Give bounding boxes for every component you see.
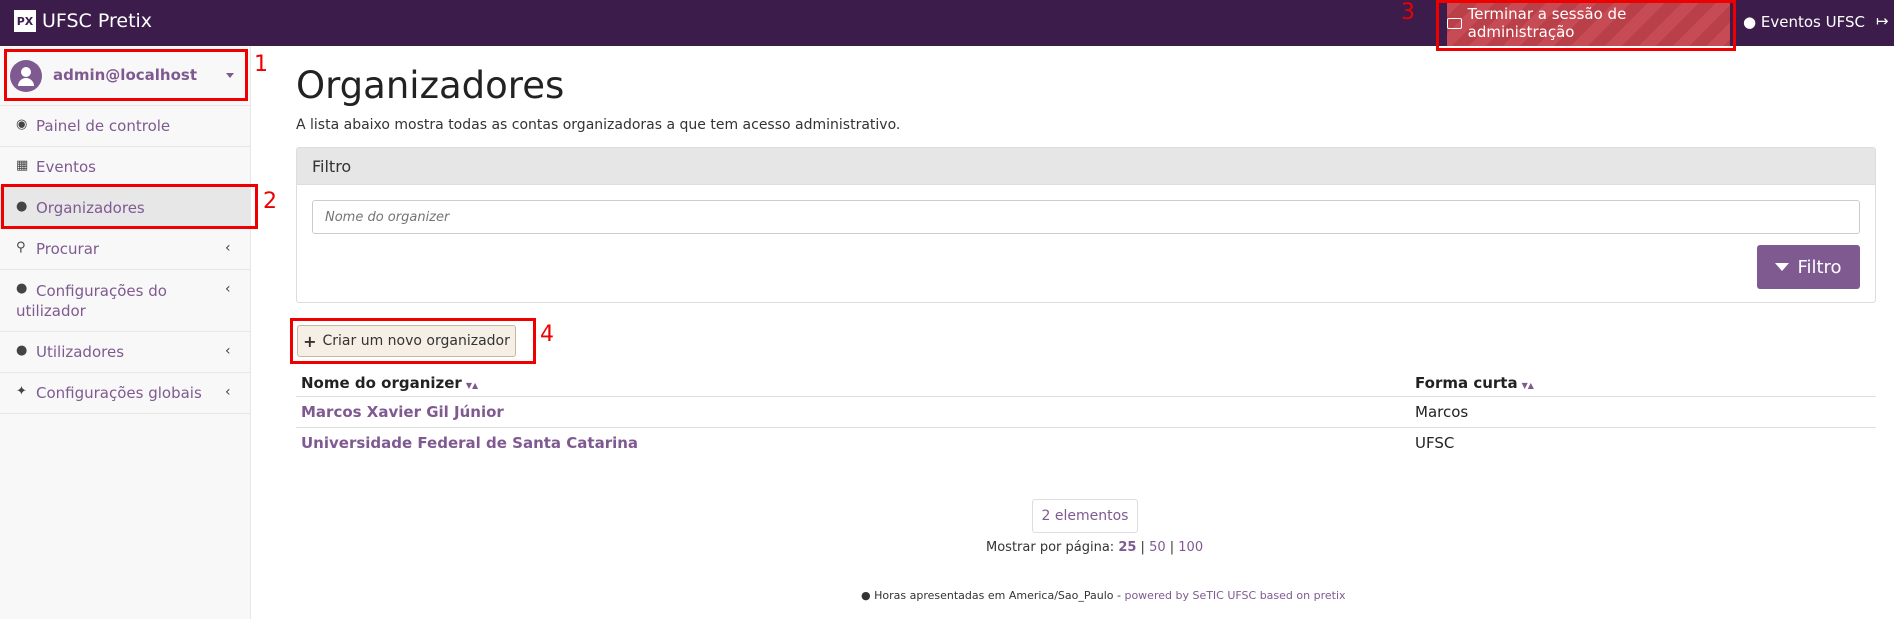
sidebar-item-label: Painel de controle	[36, 117, 171, 135]
sidebar-item-user-settings[interactable]: ● Configurações do utilizador ‹	[0, 270, 251, 332]
chevron-left-icon: ‹	[225, 384, 231, 400]
sidebar-item-label: Eventos	[36, 158, 96, 176]
organizer-short-name: Marcos	[1415, 403, 1469, 421]
sidebar-item-label: Configurações globais	[36, 384, 202, 402]
logout-icon[interactable]: ↦	[1876, 12, 1889, 30]
sidebar-item-label: Procurar	[36, 240, 100, 258]
sort-icon[interactable]: ▼▲	[1522, 381, 1534, 390]
brand-link[interactable]: PX UFSC Pretix	[14, 10, 152, 32]
filter-panel-heading: Filtro	[297, 148, 1875, 185]
per-page-100[interactable]: 100	[1178, 540, 1203, 555]
filter-icon	[1775, 263, 1790, 271]
sidebar-item-search[interactable]: ⚲ Procurar ‹	[0, 229, 251, 270]
annotation-box	[4, 49, 248, 101]
column-header-label: Nome do organizer	[301, 374, 462, 392]
column-header-name[interactable]: Nome do organizer ▼▲	[301, 374, 478, 392]
footer-separator: -	[1113, 589, 1125, 602]
sidebar: admin@localhost ◉ Painel de controle ▦ E…	[0, 46, 251, 619]
page-description: A lista abaixo mostra todas as contas or…	[296, 117, 901, 133]
table-header-divider	[296, 396, 1876, 397]
organizer-name-filter-input[interactable]	[312, 200, 1860, 234]
filter-panel: Filtro Filtro	[296, 147, 1876, 303]
table-row-divider	[296, 427, 1876, 428]
per-page-label: Mostrar por página:	[986, 540, 1115, 555]
sort-icon[interactable]: ▼▲	[466, 381, 478, 390]
per-page-selector: Mostrar por página: 25 | 50 | 100	[986, 540, 1204, 555]
pretix-logo-icon: PX	[14, 10, 36, 32]
organizer-link[interactable]: Universidade Federal de Santa Catarina	[301, 434, 638, 452]
globe-icon: ●	[861, 589, 871, 602]
sidebar-item-events[interactable]: ▦ Eventos	[0, 147, 251, 188]
annotation-box	[1, 184, 258, 229]
sidebar-item-users[interactable]: ● Utilizadores ‹	[0, 332, 251, 373]
chevron-left-icon: ‹	[225, 281, 231, 297]
organizer-short-name: UFSC	[1415, 434, 1455, 452]
calendar-icon: ▦	[16, 158, 29, 173]
search-icon: ⚲	[16, 240, 26, 255]
per-page-50[interactable]: 50	[1149, 540, 1166, 555]
brand-name: UFSC Pretix	[42, 10, 153, 32]
powered-by-link[interactable]: powered by SeTIC UFSC based on pretix	[1124, 589, 1345, 602]
column-header-label: Forma curta	[1415, 374, 1518, 392]
annotation-number: 4	[540, 322, 554, 347]
annotation-box	[1436, 0, 1736, 51]
sidebar-item-label: Utilizadores	[36, 343, 125, 361]
footer: ● Horas apresentadas em America/Sao_Paul…	[861, 589, 1346, 602]
sidebar-item-dashboard[interactable]: ◉ Painel de controle	[0, 106, 251, 147]
sidebar-item-global-settings[interactable]: ✦ Configurações globais ‹	[0, 373, 251, 414]
user-icon: ●	[16, 343, 28, 358]
filter-button[interactable]: Filtro	[1757, 245, 1860, 289]
sidebar-item-label: Configurações do utilizador	[16, 282, 167, 320]
annotation-number: 2	[263, 189, 277, 214]
column-header-short[interactable]: Forma curta ▼▲	[1415, 374, 1534, 392]
timezone-text: Horas apresentadas em America/Sao_Paulo	[874, 589, 1114, 602]
wrench-icon: ✦	[16, 384, 27, 399]
dashboard-icon: ◉	[16, 117, 28, 132]
filter-button-label: Filtro	[1797, 256, 1842, 278]
organizer-account-label: Eventos UFSC	[1760, 13, 1865, 31]
organizer-link[interactable]: Marcos Xavier Gil Júnior	[301, 403, 504, 421]
annotation-box	[290, 318, 536, 364]
annotation-number: 3	[1401, 0, 1415, 25]
per-page-25[interactable]: 25	[1118, 540, 1136, 555]
annotation-number: 1	[254, 52, 268, 77]
user-icon: ●	[1743, 13, 1757, 31]
page-title: Organizadores	[296, 64, 565, 107]
chevron-left-icon: ‹	[225, 240, 231, 256]
organizer-account-link[interactable]: ● Eventos UFSC	[1743, 13, 1865, 31]
chevron-left-icon: ‹	[225, 343, 231, 359]
element-count: 2 elementos	[1032, 499, 1138, 533]
